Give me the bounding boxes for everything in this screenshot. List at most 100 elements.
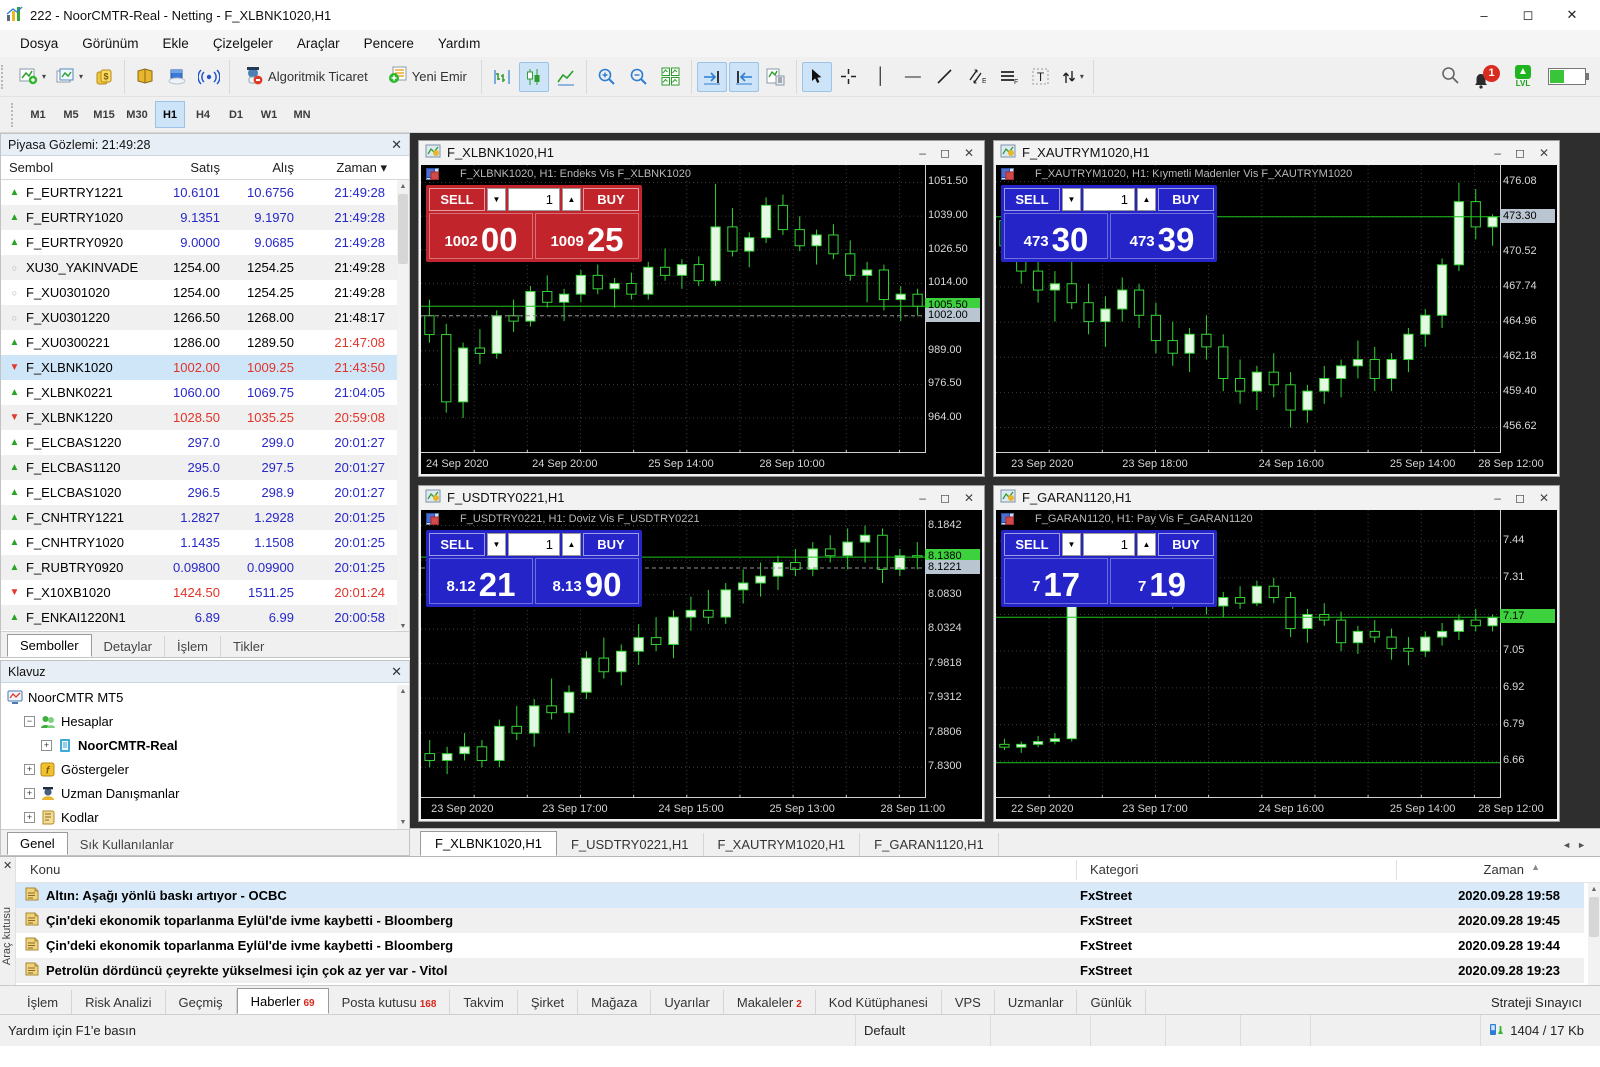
volume-decrease-button[interactable]: ▼ [487, 533, 506, 556]
table-row-f_xlbnk1020[interactable]: ▼F_XLBNK10201002.001009.2521:43:50 [1, 355, 397, 380]
table-row-f_xlbnk1220[interactable]: ▼F_XLBNK12201028.501035.2520:59:08 [1, 405, 397, 430]
channel-tool-button[interactable]: E [962, 62, 992, 92]
navigator-item-accounts[interactable]: −Hesaplar [1, 709, 397, 733]
market-cloud-icon[interactable] [162, 62, 192, 92]
table-row-f_rubtry0920[interactable]: ▲F_RUBTRY09200.098000.0990020:01:25 [1, 555, 397, 580]
chart-tabs-scroll-left-icon[interactable]: ◄ [1562, 840, 1571, 850]
tab-sirket[interactable]: Şirket [518, 990, 578, 1014]
table-row-f_elcbas1120[interactable]: ▲F_ELCBAS1120295.0297.520:01:27 [1, 455, 397, 480]
deposit-button[interactable]: $ [89, 62, 119, 92]
lvl-indicator-icon[interactable]: ▲LVL [1512, 65, 1534, 89]
chart-window-titlebar[interactable]: F_XLBNK1020,H1–◻✕ [419, 141, 984, 164]
tab-detaylar[interactable]: Detaylar [92, 636, 165, 657]
timeframe-m1[interactable]: M1 [23, 101, 53, 128]
chart-close-button[interactable]: ✕ [1539, 146, 1549, 160]
zoom-out-button[interactable] [624, 62, 654, 92]
collapse-icon[interactable]: − [24, 716, 35, 727]
one-click-trading-icon[interactable] [1018, 513, 1031, 525]
notifications-bell-icon[interactable]: 1 [1474, 65, 1498, 89]
navigator-item-account[interactable]: +NoorCMTR-Real [1, 733, 397, 757]
big-buy-price[interactable]: 8.1390 [535, 558, 639, 604]
chart-minimize-button[interactable]: – [919, 491, 926, 505]
table-row-f_xu0300221[interactable]: ▲F_XU03002211286.001289.5021:47:08 [1, 330, 397, 355]
horizontal-line-tool-button[interactable]: — [898, 62, 928, 92]
tab-sik-kullanilanlar[interactable]: Sık Kullanılanlar [68, 834, 186, 855]
window-maximize-button[interactable]: ◻ [1506, 1, 1550, 29]
expand-icon[interactable]: + [24, 764, 35, 775]
tab-tikler[interactable]: Tikler [221, 636, 276, 657]
chart-minimize-button[interactable]: – [1494, 146, 1501, 160]
table-row-f_elcbas1020[interactable]: ▲F_ELCBAS1020296.5298.920:01:27 [1, 480, 397, 505]
tab-makaleler[interactable]: Makaleler2 [724, 990, 816, 1014]
tab-posta-kutusu[interactable]: Posta kutusu168 [329, 990, 451, 1014]
news-column-subject[interactable]: Konu [30, 862, 60, 877]
volume-input[interactable]: 1 [508, 188, 560, 211]
chart-canvas-f-xlbnk1020[interactable]: 1051.501039.001026.501014.00989.00976.50… [421, 165, 982, 474]
expand-icon[interactable]: + [24, 812, 35, 823]
chart-tab-f-xautrym1020-h1[interactable]: F_XAUTRYM1020,H1 [704, 833, 861, 856]
chart-canvas-f-usdtry0221[interactable]: 8.18428.08308.03247.98187.93127.88067.83… [421, 510, 982, 819]
cursor-tool-button[interactable] [802, 62, 832, 92]
line-chart-mode-button[interactable] [551, 62, 581, 92]
chart-window-titlebar[interactable]: F_USDTRY0221,H1–◻✕ [419, 486, 984, 509]
navigator-item-indicators[interactable]: +fGöstergeler [1, 757, 397, 781]
chart-canvas-f-xautrym1020[interactable]: 476.08470.52467.74464.96462.18459.40456.… [996, 165, 1557, 474]
chart-minimize-button[interactable]: – [1494, 491, 1501, 505]
big-buy-price[interactable]: 47339 [1110, 213, 1214, 259]
zoom-in-button[interactable] [592, 62, 622, 92]
chart-minimize-button[interactable]: – [919, 146, 926, 160]
candle-chart-mode-button[interactable] [519, 62, 549, 92]
menu-item-0[interactable]: Dosya [8, 32, 70, 55]
news-scrollbar[interactable]: ▲ [1588, 883, 1600, 986]
market-watch-scrollbar[interactable]: ▲ ▼ [397, 180, 409, 633]
text-tool-button[interactable]: T [1026, 62, 1056, 92]
vertical-line-tool-button[interactable]: │ [866, 62, 896, 92]
signals-icon[interactable] [194, 62, 224, 92]
table-row-f_eurtry1221[interactable]: ▲F_EURTRY122110.610110.675621:49:28 [1, 180, 397, 205]
strategy-tester-label[interactable]: Strateji Sınayıcı [1473, 990, 1600, 1014]
tab-genel[interactable]: Genel [7, 832, 68, 855]
market-watch-column-2[interactable]: Alış [228, 160, 302, 175]
window-minimize-button[interactable]: – [1462, 1, 1506, 29]
menu-item-2[interactable]: Ekle [151, 32, 201, 55]
news-row[interactable]: Çin'deki ekonomik toparlanma Eylül'de iv… [16, 933, 1584, 958]
timeframe-h1[interactable]: H1 [155, 101, 185, 128]
news-column-time[interactable]: Zaman [1484, 862, 1524, 877]
chart-canvas-f-garan1120[interactable]: 7.447.317.056.926.796.667.1722 Sep 20202… [996, 510, 1557, 819]
chart-maximize-button[interactable]: ◻ [1515, 146, 1525, 160]
chart-maximize-button[interactable]: ◻ [1515, 491, 1525, 505]
chart-window-titlebar[interactable]: F_XAUTRYM1020,H1–◻✕ [994, 141, 1559, 164]
tab-haberler[interactable]: Haberler69 [237, 988, 329, 1014]
volume-decrease-button[interactable]: ▼ [1062, 188, 1081, 211]
tab-islem[interactable]: İşlem [165, 636, 221, 657]
navigator-item-experts[interactable]: +Uzman Danışmanlar [1, 781, 397, 805]
buy-button[interactable]: BUY [583, 533, 639, 556]
news-row[interactable]: Çin'deki ekonomik toparlanma Eylül'de iv… [16, 908, 1584, 933]
tab-vps[interactable]: VPS [942, 990, 995, 1014]
chart-window-f-xautrym1020[interactable]: F_XAUTRYM1020,H1–◻✕476.08470.52467.74464… [993, 140, 1560, 477]
news-row[interactable]: Altın: Aşağı yönlü baskı artıyor - OCBCF… [16, 883, 1584, 908]
search-icon[interactable] [1440, 65, 1460, 88]
toolbox-close-icon[interactable]: ✕ [3, 859, 12, 872]
indicator-window-button[interactable] [761, 62, 791, 92]
chart-tabs-scroll-right-icon[interactable]: ► [1577, 840, 1586, 850]
tab-gunluk[interactable]: Günlük [1077, 990, 1145, 1014]
table-row-f_xu0301020[interactable]: ○F_XU03010201254.001254.2521:49:28 [1, 280, 397, 305]
tab-islem[interactable]: İşlem [14, 990, 72, 1014]
news-column-category[interactable]: Kategori [1090, 862, 1138, 877]
table-row-f_cnhtry1221[interactable]: ▲F_CNHTRY12211.28271.292820:01:25 [1, 505, 397, 530]
bar-chart-mode-button[interactable] [487, 62, 517, 92]
chart-close-button[interactable]: ✕ [964, 146, 974, 160]
market-watch-column-1[interactable]: Satış [154, 160, 228, 175]
tab-kod-kutuphanesi[interactable]: Kod Kütüphanesi [816, 990, 942, 1014]
tab-risk-analizi[interactable]: Risk Analizi [72, 990, 165, 1014]
table-row-f_eurtry0920[interactable]: ▲F_EURTRY09209.00009.068521:49:28 [1, 230, 397, 255]
market-watch-close-icon[interactable]: ✕ [391, 137, 402, 153]
volume-increase-button[interactable]: ▲ [1137, 533, 1156, 556]
menu-item-6[interactable]: Yardım [426, 32, 493, 55]
volume-decrease-button[interactable]: ▼ [1062, 533, 1081, 556]
table-row-xu30_yakinvade[interactable]: ○XU30_YAKINVADE1254.001254.2521:49:28 [1, 255, 397, 280]
tab-takvim[interactable]: Takvim [450, 990, 517, 1014]
news-row[interactable]: Petrolün dördüncü çeyrekte yükselmesi iç… [16, 958, 1584, 983]
buy-button[interactable]: BUY [583, 188, 639, 211]
